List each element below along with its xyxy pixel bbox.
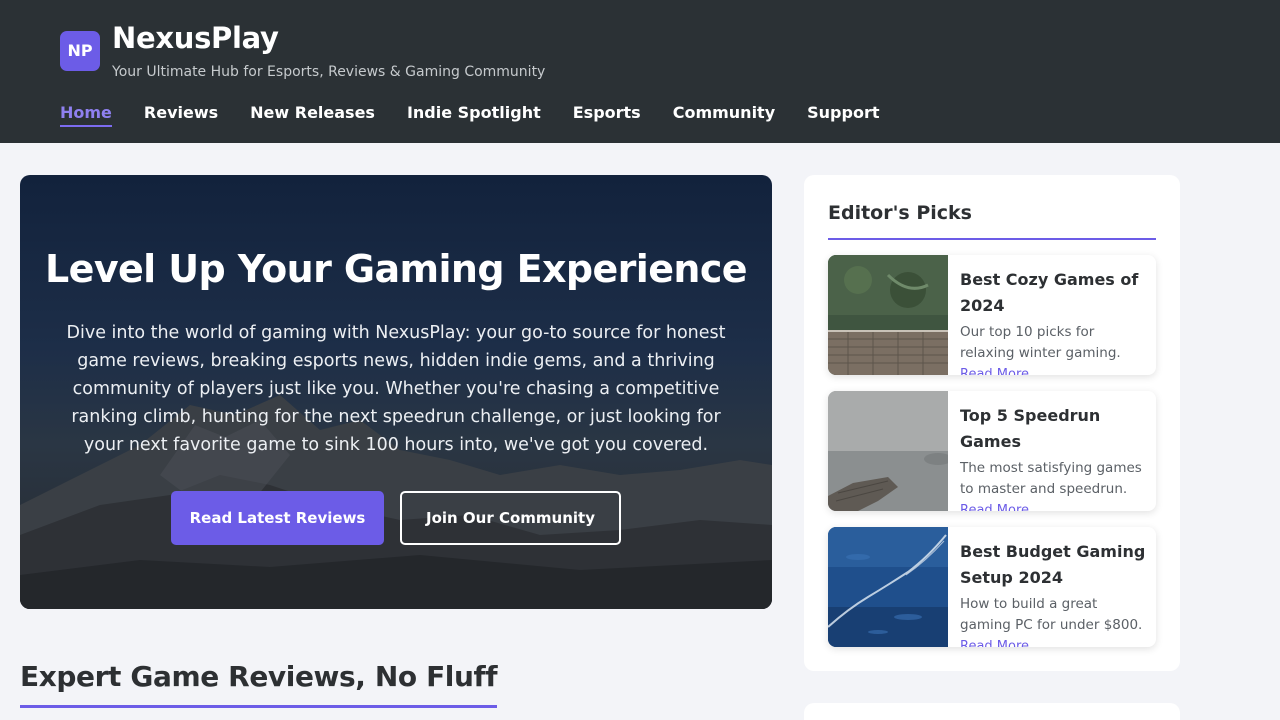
pick-description: The most satisfying games to master and …	[960, 460, 1142, 497]
pick-title: Best Budget Gaming Setup 2024	[960, 542, 1146, 587]
hero-title: Level Up Your Gaming Experience	[45, 247, 748, 291]
editors-picks-title: Editor's Picks	[828, 202, 1156, 240]
hero-banner: Level Up Your Gaming Experience Dive int…	[20, 175, 772, 609]
nav-home[interactable]: Home	[60, 103, 112, 127]
section-title-reviews: Expert Game Reviews, No Fluff	[20, 660, 498, 708]
hero-description: Dive into the world of gaming with Nexus…	[66, 323, 726, 455]
read-latest-reviews-button[interactable]: Read Latest Reviews	[171, 491, 384, 545]
site-name[interactable]: NexusPlay	[112, 21, 279, 55]
editors-pick-card[interactable]: Best Cozy Games of 2024 Our top 10 picks…	[828, 255, 1156, 375]
pick-read-more-link[interactable]: Read More	[960, 503, 1029, 511]
editors-pick-card[interactable]: Best Budget Gaming Setup 2024 How to bui…	[828, 527, 1156, 647]
site-logo[interactable]: NP	[60, 31, 100, 71]
site-tagline: Your Ultimate Hub for Esports, Reviews &…	[112, 64, 546, 80]
nav-indie-spotlight[interactable]: Indie Spotlight	[407, 103, 541, 127]
pick-title: Top 5 Speedrun Games	[960, 406, 1101, 451]
pick-description: How to build a great gaming PC for under…	[960, 596, 1143, 633]
budget-setup-thumbnail-image	[828, 527, 948, 647]
main-nav: Home Reviews New Releases Indie Spotligh…	[60, 103, 879, 127]
nav-community[interactable]: Community	[673, 103, 775, 127]
site-header: NP NexusPlay Your Ultimate Hub for Espor…	[0, 0, 1280, 143]
sidebar-panel-secondary	[804, 703, 1180, 720]
pick-read-more-link[interactable]: Read More	[960, 367, 1029, 375]
nav-reviews[interactable]: Reviews	[144, 103, 218, 127]
nav-esports[interactable]: Esports	[573, 103, 641, 127]
nav-support[interactable]: Support	[807, 103, 879, 127]
pick-title: Best Cozy Games of 2024	[960, 270, 1139, 315]
nav-new-releases[interactable]: New Releases	[250, 103, 375, 127]
cozy-games-thumbnail-image	[828, 255, 948, 375]
editors-picks-panel: Editor's Picks Best Cozy Games of 2024 O…	[804, 175, 1180, 671]
pick-read-more-link[interactable]: Read More	[960, 639, 1029, 647]
join-community-button[interactable]: Join Our Community	[400, 491, 621, 545]
speedrun-games-thumbnail-image	[828, 391, 948, 511]
editors-pick-card[interactable]: Top 5 Speedrun Games The most satisfying…	[828, 391, 1156, 511]
pick-description: Our top 10 picks for relaxing winter gam…	[960, 324, 1121, 361]
